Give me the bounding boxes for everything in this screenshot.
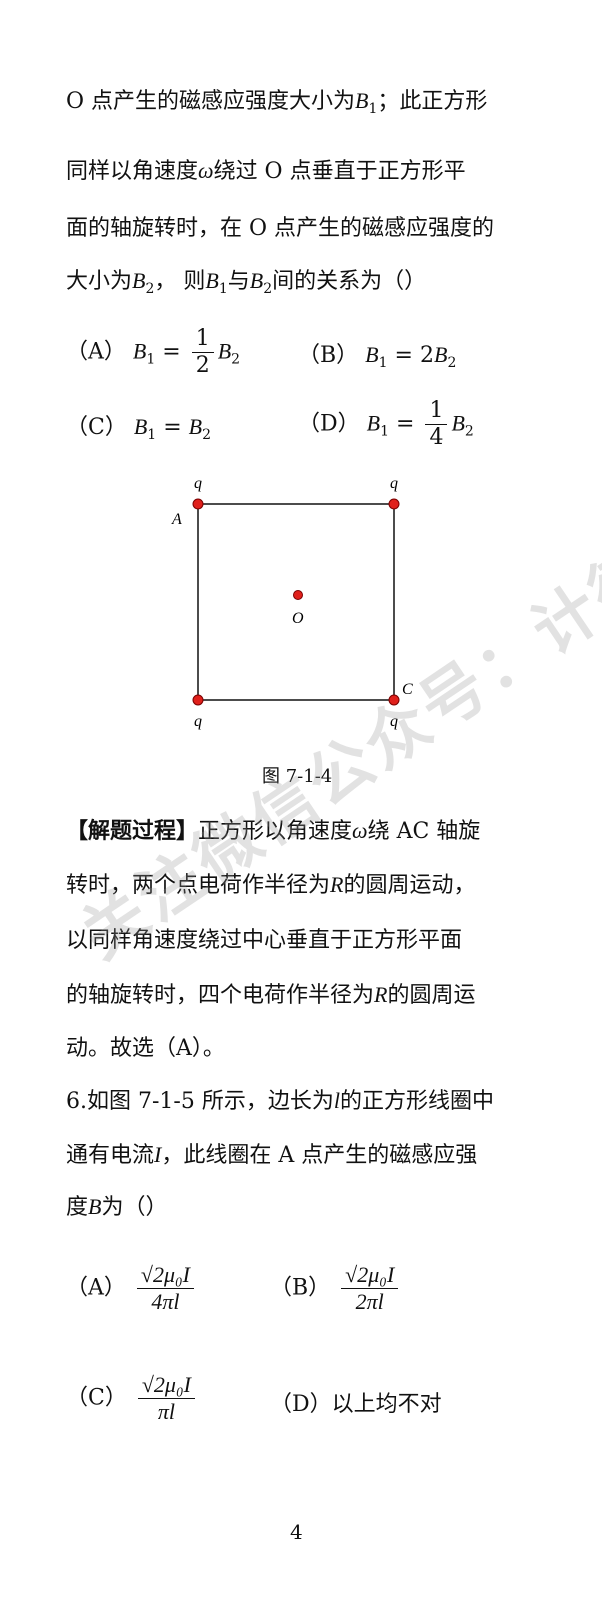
q6-line-3: 度B为（） [66, 1194, 168, 1220]
fraction-a: √2μ₀I 4πl [136, 1262, 194, 1315]
fraction-one-half: 12 [191, 326, 214, 379]
q5-line-2: 同样以角速度ω绕过 O 点垂直于正方形平 [66, 158, 466, 184]
label-q-bottom-left: q [194, 713, 202, 730]
q6-option-c: （C） √2μ₀I πl [66, 1372, 199, 1425]
q5-option-c: （C） B1 = B2 [66, 414, 212, 443]
q5-line-1: O 点产生的磁感应强度大小为B1；此正方形 [66, 88, 488, 117]
charge-top-left [192, 498, 204, 510]
q6-option-a: （A） √2μ₀I 4πl [66, 1262, 198, 1315]
q6-line-2: 通有电流I，此线圈在 A 点产生的磁感应强 [66, 1142, 478, 1168]
q5-option-d: （D） B1 = 1 4 B2 [298, 398, 474, 451]
page-number: 4 [290, 1520, 303, 1544]
fraction-b: √2μ₀I 2πl [341, 1262, 399, 1315]
label-q-top-right: q [390, 475, 398, 492]
square-outline [197, 503, 395, 701]
solution-line-5: 动。故选（A）。 [66, 1036, 225, 1061]
charge-top-right [388, 498, 400, 510]
q5-option-b: （B） B1 = 2B2 [298, 342, 457, 371]
center-point-o [293, 590, 303, 600]
charge-bottom-left [192, 694, 204, 706]
q5-option-a: （A） B1 = 1 2 B2 [66, 326, 241, 379]
label-q-top-left: q [194, 475, 202, 492]
q6-option-d: （D）以上均不对 [270, 1392, 442, 1417]
solution-line-4: 的轴旋转时，四个电荷作半径为R的圆周运 [66, 982, 476, 1008]
q6-option-b: （B） √2μ₀I 2πl [270, 1262, 402, 1315]
q5-line-4: 大小为B2， 则B1与B2间的关系为（） [66, 268, 427, 297]
label-a: A [171, 511, 182, 528]
fraction-one-quarter: 14 [425, 398, 448, 451]
fraction-c: √2μ₀I πl [137, 1372, 195, 1425]
q5-line-3: 面的轴旋转时，在 O 点产生的磁感应强度的 [66, 216, 495, 241]
q6-line-1: 6.如图 7-1-5 所示，边长为l的正方形线圈中 [66, 1088, 494, 1114]
label-o: O [292, 610, 304, 627]
